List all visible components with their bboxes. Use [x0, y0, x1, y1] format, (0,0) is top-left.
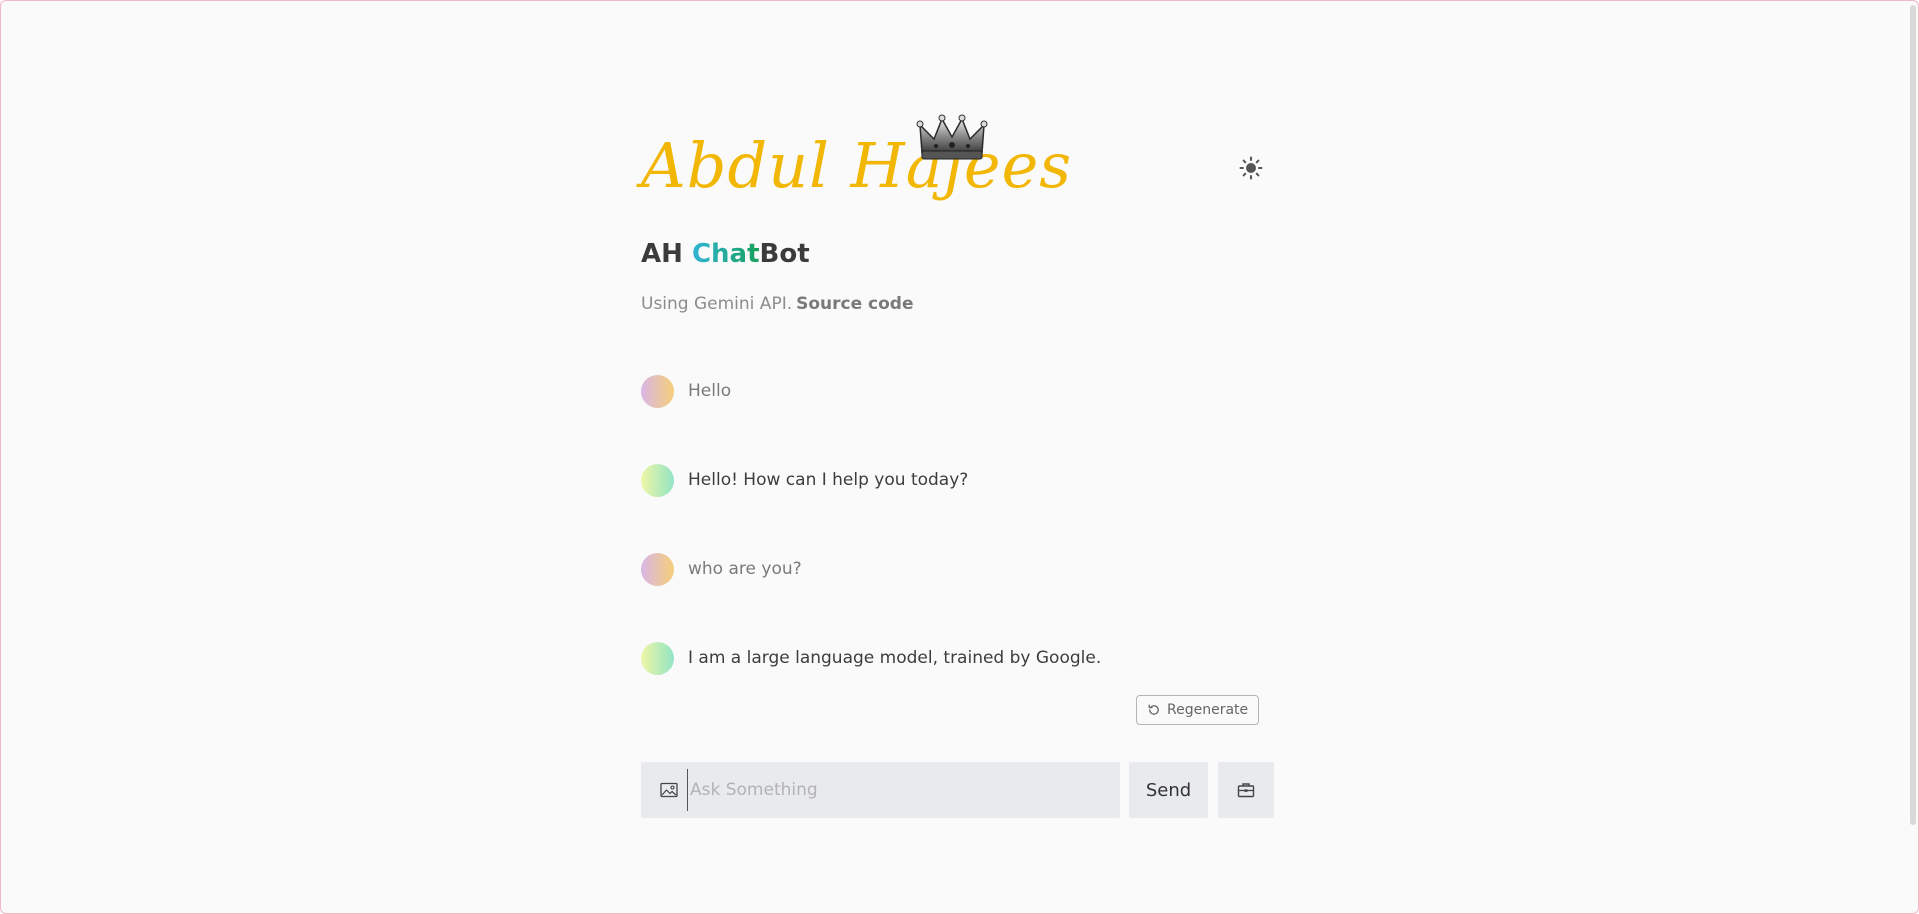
title-prefix: AH	[641, 239, 692, 269]
logo: Abdul Hajees	[641, 109, 1071, 229]
theme-toggle-button[interactable]	[1236, 153, 1266, 183]
user-avatar	[641, 552, 674, 586]
refresh-icon	[1148, 704, 1159, 715]
send-button[interactable]: Send	[1129, 762, 1208, 818]
composer	[641, 762, 1120, 818]
briefcase-icon	[1237, 783, 1255, 798]
message-text: I am a large language model, trained by …	[688, 648, 1102, 668]
page-title: AH ChatBot	[641, 239, 810, 269]
image-icon	[660, 782, 678, 798]
scrollbar[interactable]	[1910, 5, 1916, 825]
ask-input[interactable]	[687, 769, 1112, 811]
sun-icon	[1239, 156, 1263, 180]
clear-chat-button[interactable]	[1218, 762, 1274, 818]
chat-message-user: Hello	[641, 374, 731, 408]
chat-message-model: Hello! How can I help you today?	[641, 463, 968, 497]
regenerate-label: Regenerate	[1167, 702, 1249, 718]
source-code-link[interactable]: Source code	[796, 294, 913, 314]
message-text: Hello! How can I help you today?	[688, 470, 969, 490]
bot-avatar	[641, 641, 674, 675]
subtitle-text: Using Gemini API.	[641, 294, 793, 314]
chat-message-user: who are you?	[641, 552, 802, 586]
logo-text: Abdul Hajees	[641, 129, 1073, 202]
subtitle: Using Gemini API. Source code	[641, 294, 914, 314]
bot-avatar	[641, 463, 674, 497]
regenerate-button[interactable]: Regenerate	[1136, 695, 1260, 725]
user-avatar	[641, 374, 674, 408]
title-highlight: Chat	[691, 239, 760, 269]
browser-frame: Abdul Hajees AH ChatBot Using Gemini API…	[0, 0, 1919, 914]
message-text: Hello	[688, 381, 732, 401]
image-upload-button[interactable]	[659, 780, 679, 800]
title-suffix: Bot	[759, 239, 810, 269]
crown-icon	[916, 114, 988, 160]
message-text: who are you?	[688, 559, 802, 579]
chat-message-model: I am a large language model, trained by …	[641, 641, 1101, 675]
